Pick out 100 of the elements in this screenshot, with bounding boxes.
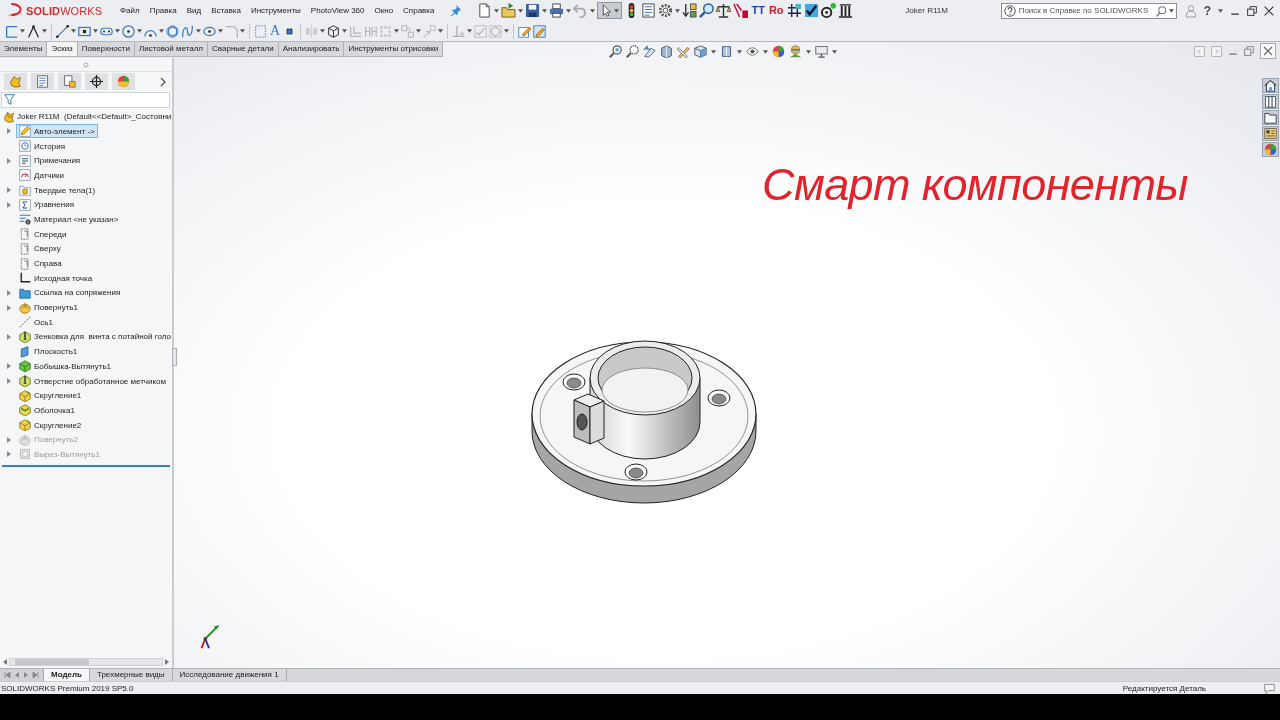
dot-grid-icon[interactable] <box>379 24 393 38</box>
zoom-area-icon[interactable] <box>626 45 640 58</box>
menu-item[interactable]: Правка <box>149 6 177 15</box>
splitter-grip-icon[interactable] <box>83 61 89 68</box>
menu-item[interactable]: PhotoView 360 <box>310 6 365 15</box>
expand-arrow-icon[interactable] <box>7 378 11 385</box>
ribbon-tab[interactable]: Листовой металл <box>134 42 209 56</box>
tree-item[interactable]: Бобышка-Вытянуть1 <box>16 359 115 374</box>
task-pane-tab[interactable] <box>1262 126 1279 141</box>
panel-tab[interactable] <box>85 73 108 90</box>
caret-icon[interactable] <box>590 8 596 13</box>
tree-item[interactable]: Исходная точка <box>16 271 96 286</box>
caret-icon[interactable] <box>137 29 142 33</box>
angle-icon[interactable] <box>27 24 40 38</box>
menu-item[interactable]: Вид <box>186 6 202 15</box>
scrollbar-track[interactable] <box>9 658 163 666</box>
display-style-icon[interactable] <box>720 45 734 58</box>
tree-item[interactable]: Датчики <box>16 168 67 183</box>
monitor-icon[interactable] <box>815 45 829 58</box>
tree-item[interactable]: Сверху <box>16 241 64 256</box>
expand-arrow-icon[interactable] <box>7 363 11 370</box>
tree-item[interactable]: Справа <box>16 256 65 271</box>
caret-icon[interactable] <box>240 29 245 33</box>
ribbon-tab[interactable]: Эскиз <box>47 42 78 56</box>
balance-scale-icon[interactable] <box>716 3 732 18</box>
caret-icon[interactable] <box>614 8 620 13</box>
previous-view-icon[interactable] <box>643 45 657 58</box>
caret-icon[interactable] <box>806 49 812 54</box>
caret-icon[interactable] <box>675 8 681 13</box>
color-sphere-icon[interactable] <box>772 45 786 58</box>
scene-icon[interactable] <box>789 45 803 58</box>
menu-item[interactable]: Инструменты <box>250 6 301 15</box>
help-button[interactable]: ? <box>1203 3 1211 18</box>
tree-item[interactable]: Зенковка для винта с потайной голо <box>16 329 174 344</box>
expand-arrow-icon[interactable] <box>7 304 11 311</box>
property-list-icon[interactable] <box>641 3 657 18</box>
ribbon-tab[interactable]: Поверхности <box>77 42 135 56</box>
caret-icon[interactable] <box>159 29 164 33</box>
polygon-icon[interactable] <box>166 24 179 38</box>
caret-icon[interactable] <box>196 29 201 33</box>
expand-arrow-icon[interactable] <box>7 128 11 135</box>
pencil-edit-icon[interactable] <box>518 24 532 38</box>
expand-arrow-icon[interactable] <box>7 157 11 164</box>
scroll-left-icon[interactable] <box>3 659 7 665</box>
caret-icon[interactable] <box>566 8 572 13</box>
search-icon[interactable] <box>1155 5 1167 17</box>
tree-item[interactable]: История <box>16 139 69 154</box>
menu-item[interactable]: Файл <box>120 6 140 15</box>
sketch-corner-icon[interactable] <box>5 24 18 38</box>
select-button[interactable] <box>597 2 623 19</box>
caret-icon[interactable] <box>42 29 47 33</box>
search-field[interactable]: Поиск в Справке по SOLIDWORKS <box>1000 2 1177 19</box>
caret-icon[interactable] <box>1168 8 1174 13</box>
rollback-bar[interactable] <box>2 464 170 467</box>
sketch-board-icon[interactable] <box>533 24 547 38</box>
task-pane-tab[interactable] <box>1262 94 1279 109</box>
expand-arrow-icon[interactable] <box>7 333 11 340</box>
chevron-right-icon[interactable] <box>160 76 166 87</box>
caret-icon[interactable] <box>93 29 98 33</box>
caret-icon[interactable] <box>832 49 838 54</box>
rectangle-icon[interactable] <box>78 24 91 38</box>
menu-item[interactable]: Справка <box>403 6 435 15</box>
caret-icon[interactable] <box>467 29 473 33</box>
caret-icon[interactable] <box>504 29 510 33</box>
diagonal-lines-icon[interactable] <box>733 3 749 18</box>
tree-item[interactable]: Скругление2 <box>16 418 85 433</box>
ellipse-icon[interactable] <box>203 24 216 38</box>
tree-item[interactable]: Авто-элемент -> <box>16 124 98 139</box>
tile-right-icon[interactable] <box>1211 45 1222 57</box>
spline-icon[interactable] <box>181 24 194 38</box>
caret-icon[interactable] <box>1218 8 1223 13</box>
tree-item[interactable]: Скругление1 <box>16 388 85 403</box>
line-icon[interactable] <box>56 24 69 38</box>
caret-icon[interactable] <box>342 29 348 33</box>
expand-arrow-icon[interactable] <box>7 436 11 443</box>
caret-icon[interactable] <box>320 29 326 33</box>
ribbon-tab[interactable]: Сварные детали <box>208 42 279 56</box>
speech-bubble-icon[interactable] <box>1264 682 1275 694</box>
down-arrow-blocks-icon[interactable] <box>682 3 698 18</box>
caret-icon[interactable] <box>763 49 769 54</box>
menu-item[interactable]: Вставка <box>211 6 241 15</box>
scroll-right-icon[interactable] <box>165 659 169 665</box>
columns-icon[interactable] <box>837 3 853 18</box>
caret-icon[interactable] <box>518 8 524 13</box>
glyph-button[interactable]: TT <box>750 3 766 18</box>
view-cube-icon[interactable] <box>694 45 708 58</box>
glyph-button[interactable]: Ro <box>767 3 785 18</box>
tree-item[interactable]: Отверстие обработанное метчиком <box>16 374 170 389</box>
eye-icon[interactable] <box>746 45 760 58</box>
expand-arrow-icon[interactable] <box>7 201 11 208</box>
expand-arrow-icon[interactable] <box>7 187 11 194</box>
filter-field[interactable] <box>1 92 170 108</box>
menu-item[interactable]: Окно <box>374 6 394 15</box>
text-tool-button[interactable]: A <box>269 24 282 38</box>
tick-box-icon[interactable] <box>803 3 819 18</box>
hash-grid-icon[interactable] <box>786 3 802 18</box>
close-icon[interactable] <box>1260 43 1276 59</box>
tree-item[interactable]: Уравнения <box>16 197 77 212</box>
tree-item[interactable]: Ссылка на сопряжения <box>16 285 124 300</box>
caret-icon[interactable] <box>711 49 717 54</box>
